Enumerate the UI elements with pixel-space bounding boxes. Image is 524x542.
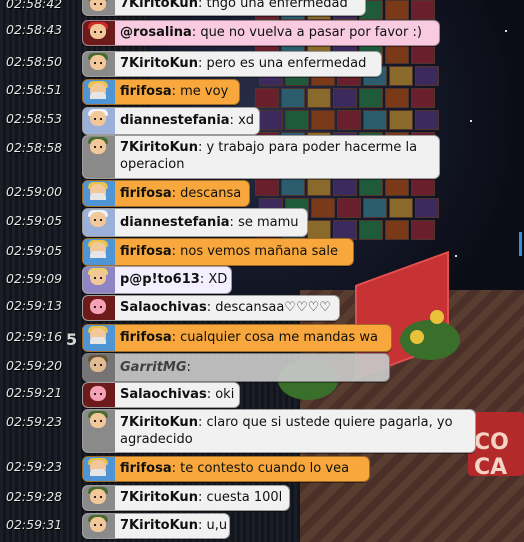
message-text: te contesto cuando lo vea [180, 461, 350, 476]
message-text: se mamu [238, 215, 299, 230]
chat-bubble[interactable]: 7KiritoKun: y trabajo para poder hacerme… [82, 135, 440, 179]
username[interactable]: 7KiritoKun [120, 518, 198, 533]
username[interactable]: 7KiritoKun [120, 140, 198, 155]
masked-avatar-icon[interactable] [83, 80, 115, 104]
chat-bubble[interactable]: p@p!to613: XD [82, 266, 232, 294]
timestamp: 02:59:16 [6, 329, 63, 344]
white-hair-avatar-icon[interactable] [83, 108, 115, 134]
username[interactable]: GarritMG [120, 360, 187, 375]
username[interactable]: Salaochivas [120, 300, 207, 315]
timestamp: 02:59:28 [6, 489, 63, 504]
masked-avatar-icon[interactable] [83, 181, 115, 206]
soldier-avatar-icon[interactable] [83, 514, 115, 538]
chat-bubble[interactable]: firifosa: me voy [82, 79, 240, 105]
message-text: descansa [180, 186, 242, 201]
message-text: cualquier cosa me mandas wa [180, 330, 379, 345]
username[interactable]: 7KiritoKun [120, 490, 198, 505]
chat-bubble[interactable]: 7KiritoKun: tngo una enfermedad [82, 0, 366, 16]
message-text: descansaa♡♡♡♡ [215, 300, 331, 315]
chat-bubble[interactable]: @rosalina: que no vuelva a pasar por fav… [82, 20, 440, 46]
message-text: cuesta 100l [206, 490, 283, 505]
message-text: XD [208, 272, 228, 287]
blonde-avatar-icon[interactable] [83, 267, 115, 293]
timestamp: 02:59:21 [6, 385, 63, 400]
message-text: u,u [206, 518, 228, 533]
timestamp: 02:58:51 [6, 82, 63, 97]
soldier-avatar-icon[interactable] [83, 486, 115, 510]
soldier-avatar-icon[interactable] [83, 410, 115, 452]
chat-bubble[interactable]: 7KiritoKun: pero es una enfermedad [82, 51, 382, 77]
username[interactable]: firifosa [120, 330, 172, 345]
timestamp: 02:59:23 [6, 459, 63, 474]
white-hair-avatar-icon[interactable] [83, 209, 115, 236]
username[interactable]: diannestefania [120, 113, 230, 128]
timestamp: 02:59:20 [6, 358, 63, 373]
username[interactable]: firifosa [120, 461, 172, 476]
timestamp: 02:59:23 [6, 414, 63, 429]
chat-bubble[interactable]: 7KiritoKun: cuesta 100l [82, 485, 290, 511]
username[interactable]: 7KiritoKun [120, 415, 198, 430]
pig-avatar-icon[interactable] [83, 296, 115, 320]
message-text: que no vuelva a pasar por favor :) [200, 25, 422, 40]
chat-bubble[interactable]: 7KiritoKun: claro que si ustede quiere p… [82, 409, 476, 453]
message-text: me voy [180, 84, 229, 99]
timestamp: 02:59:05 [6, 213, 63, 228]
message-text: nos vemos mañana sale [180, 244, 338, 259]
username[interactable]: @rosalina [120, 25, 192, 40]
soldier-avatar-icon[interactable] [83, 52, 115, 76]
masked-avatar-icon[interactable] [83, 239, 115, 265]
timestamp: 02:58:50 [6, 54, 63, 69]
timestamp: 02:59:00 [6, 184, 63, 199]
timestamp: 02:59:05 [6, 243, 63, 258]
masked-avatar-icon[interactable] [83, 325, 115, 351]
chat-log: 02:58:42 7KiritoKun: tngo una enfermedad… [0, 0, 524, 542]
message-text: oki [215, 387, 235, 402]
chat-bubble[interactable]: firifosa: nos vemos mañana sale [82, 238, 354, 266]
chat-bubble[interactable]: firifosa: descansa [82, 180, 250, 207]
username[interactable]: Salaochivas [120, 387, 207, 402]
username[interactable]: firifosa [120, 244, 172, 259]
redhead-avatar-icon[interactable] [83, 21, 115, 45]
chat-bubble[interactable]: GarritMG: [82, 353, 390, 382]
garrit-avatar-icon[interactable] [83, 354, 115, 381]
chat-bubble[interactable]: Salaochivas: descansaa♡♡♡♡ [82, 295, 340, 321]
timestamp: 02:58:53 [6, 111, 63, 126]
message-text: xd [238, 113, 255, 128]
chat-bubble[interactable]: firifosa: cualquier cosa me mandas wa [82, 324, 392, 352]
timestamp: 02:58:43 [6, 22, 63, 37]
masked-avatar-icon[interactable] [83, 457, 115, 481]
username[interactable]: 7KiritoKun [120, 0, 198, 11]
timestamp: 02:59:13 [6, 298, 63, 313]
chat-bubble[interactable]: diannestefania: se mamu [82, 208, 308, 237]
username[interactable]: p@p!to613 [120, 272, 200, 287]
timestamp: 02:58:42 [6, 0, 63, 11]
username[interactable]: firifosa [120, 186, 172, 201]
message-text: pero es una enfermedad [206, 56, 367, 71]
pig-avatar-icon[interactable] [83, 383, 115, 407]
chat-bubble[interactable]: diannestefania: xd [82, 107, 260, 135]
username[interactable]: diannestefania [120, 215, 230, 230]
username[interactable]: 7KiritoKun [120, 56, 198, 71]
chat-bubble[interactable]: Salaochivas: oki [82, 382, 240, 408]
chat-bubble[interactable]: 7KiritoKun: u,u [82, 513, 230, 539]
username[interactable]: firifosa [120, 84, 172, 99]
timestamp: 02:58:58 [6, 140, 63, 155]
timestamp: 02:59:09 [6, 271, 63, 286]
timestamp: 02:59:31 [6, 517, 63, 532]
message-text: tngo una enfermedad [206, 0, 348, 11]
soldier-avatar-icon[interactable] [83, 0, 115, 15]
chat-bubble[interactable]: firifosa: te contesto cuando lo vea [82, 456, 370, 482]
soldier-avatar-icon[interactable] [83, 136, 115, 178]
